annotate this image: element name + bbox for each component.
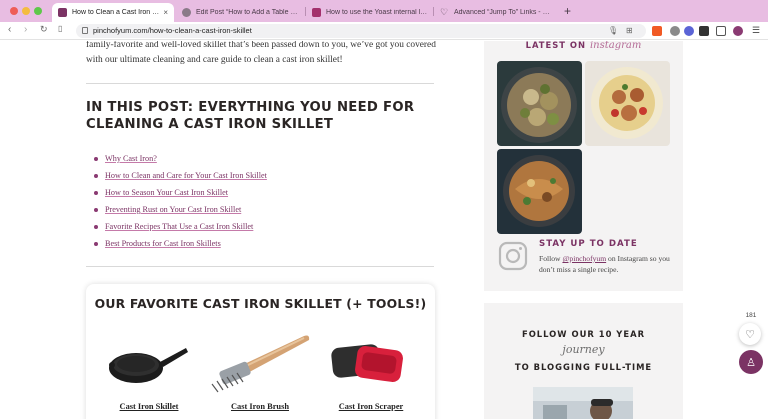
instagram-photo[interactable] [585, 61, 670, 146]
bullet-icon [94, 190, 98, 195]
extensions-puzzle-icon[interactable] [699, 26, 709, 36]
accessibility-button[interactable]: ♙ [739, 350, 763, 374]
heart-icon: ♡ [745, 328, 755, 341]
close-window-button[interactable] [10, 7, 18, 15]
instagram-photo[interactable] [497, 61, 582, 146]
lock-icon [82, 27, 88, 34]
toc-item: Preventing Rust on Your Cast Iron Skille… [94, 201, 267, 218]
toc-item: How to Season Your Cast Iron Skillet [94, 184, 267, 201]
extension-circle-icon[interactable] [670, 26, 680, 36]
back-button[interactable]: ‹ [8, 24, 11, 35]
new-tab-button[interactable]: + [564, 4, 571, 18]
pinch-of-yum-favicon-icon [58, 8, 67, 17]
toc-item: Favorite Recipes That Use a Cast Iron Sk… [94, 218, 267, 235]
bullet-icon [94, 224, 98, 229]
menu-icon[interactable]: ☰ [752, 25, 760, 36]
forward-button[interactable]: › [24, 24, 27, 35]
follow-journey-script: journey [562, 343, 605, 356]
instagram-handle-link[interactable]: @pinchofyum [562, 254, 606, 263]
url-text: pinchofyum.com/how-to-clean-a-cast-iron-… [93, 26, 252, 35]
minimize-window-button[interactable] [22, 7, 30, 15]
web-page: family-favorite and well-loved skillet t… [0, 41, 768, 419]
browser-toolbar: ‹ › ↻ ▯ pinchofyum.com/how-to-clean-a-ca… [0, 22, 768, 40]
skillet-icon[interactable] [108, 338, 188, 388]
stay-up-to-date-text: Follow @pinchofyum on Instagram so you d… [539, 253, 679, 275]
tab-yoast-internal-linking[interactable]: How to use the Yoast internal linkin [306, 3, 434, 22]
toc-item: Why Cast Iron? [94, 150, 267, 167]
like-count: 181 [745, 312, 757, 319]
tab-title: How to Clean a Cast Iron Skillet [72, 9, 159, 16]
tab-title: Edit Post “How to Add a Table of Co [196, 9, 298, 16]
address-bar[interactable]: pinchofyum.com/how-to-clean-a-cast-iron-… [76, 24, 646, 38]
wordpress-favicon-icon [182, 8, 191, 17]
tab-advanced-jump-to-links[interactable]: ♡ Advanced “Jump To” Links - Feast [434, 3, 558, 22]
tab-title: Advanced “Jump To” Links - Feast [454, 9, 552, 16]
toc-heading: IN THIS POST: EVERYTHING YOU NEED FOR CL… [86, 100, 415, 132]
bookmark-icon[interactable]: ▯ [58, 24, 62, 33]
toc-link-favorite-recipes[interactable]: Favorite Recipes That Use a Cast Iron Sk… [105, 222, 253, 231]
bullet-icon [94, 241, 98, 246]
tool-link-skillet[interactable]: Cast Iron Skillet [94, 402, 204, 411]
extension-blue-icon[interactable] [684, 26, 694, 36]
yoast-favicon-icon [312, 8, 321, 17]
divider [86, 266, 434, 267]
toc-link-preventing-rust[interactable]: Preventing Rust on Your Cast Iron Skille… [105, 205, 241, 214]
microphone-icon[interactable]: 🎙 [608, 26, 618, 35]
tab-edit-post[interactable]: Edit Post “How to Add a Table of Co [176, 3, 304, 22]
follow-heading-line-1: FOLLOW OUR 10 YEAR [521, 329, 646, 339]
maximize-window-button[interactable] [34, 7, 42, 15]
toc-link-why-cast-iron[interactable]: Why Cast Iron? [105, 154, 157, 163]
follow-heading-line-2: TO BLOGGING FULL-TIME [514, 362, 653, 372]
tab-title: How to use the Yoast internal linkin [326, 9, 428, 16]
profile-avatar[interactable] [733, 26, 743, 36]
reload-button[interactable]: ↻ [40, 24, 48, 35]
heart-favicon-icon: ♡ [440, 7, 449, 17]
instagram-photo[interactable] [497, 149, 582, 234]
bullet-icon [94, 156, 98, 161]
instagram-widget: LATEST ON instagram STAY UP TO DATE Foll… [484, 41, 683, 291]
brush-icon[interactable] [206, 332, 316, 394]
bullet-icon [94, 207, 98, 212]
sidebar-toggle-icon[interactable] [716, 26, 726, 36]
latest-on-instagram-heading: LATEST ON instagram [484, 41, 683, 51]
close-tab-icon[interactable]: × [163, 8, 168, 17]
follow-journey-widget: FOLLOW OUR 10 YEAR journey TO BLOGGING F… [484, 303, 683, 419]
scraper-icon[interactable] [328, 338, 408, 388]
table-of-contents: Why Cast Iron? How to Clean and Care for… [94, 150, 267, 252]
toc-link-best-products[interactable]: Best Products for Cast Iron Skillets [105, 239, 221, 248]
qr-code-icon[interactable]: ⊞ [626, 26, 633, 35]
bullet-icon [94, 173, 98, 178]
tool-link-scraper[interactable]: Cast Iron Scraper [316, 402, 426, 411]
toc-item: Best Products for Cast Iron Skillets [94, 235, 267, 252]
tools-title: OUR FAVORITE CAST IRON SKILLET (+ TOOLS!… [94, 296, 427, 311]
stay-text-prefix: Follow [539, 254, 561, 263]
stay-up-to-date-heading: STAY UP TO DATE [539, 239, 638, 249]
toc-link-clean-and-care[interactable]: How to Clean and Care for Your Cast Iron… [105, 171, 267, 180]
toc-item: How to Clean and Care for Your Cast Iron… [94, 167, 267, 184]
tool-link-brush[interactable]: Cast Iron Brush [205, 402, 315, 411]
tab-how-to-clean[interactable]: How to Clean a Cast Iron Skillet × [52, 3, 174, 22]
browser-tab-bar: How to Clean a Cast Iron Skillet × Edit … [0, 0, 768, 22]
favorite-tools-box: OUR FAVORITE CAST IRON SKILLET (+ TOOLS!… [86, 284, 435, 419]
instagram-script-label: instagram [589, 41, 642, 51]
divider [86, 83, 434, 84]
toc-link-season[interactable]: How to Season Your Cast Iron Skillet [105, 188, 228, 197]
person-icon: ♙ [746, 356, 756, 369]
intro-paragraph: family-favorite and well-loved skillet t… [86, 41, 436, 65]
latest-on-label: LATEST ON [525, 41, 587, 50]
like-heart-button[interactable]: ♡ [739, 323, 761, 345]
instagram-icon[interactable] [498, 241, 528, 271]
brave-shield-icon[interactable] [652, 26, 662, 36]
founders-photo[interactable] [533, 387, 633, 419]
